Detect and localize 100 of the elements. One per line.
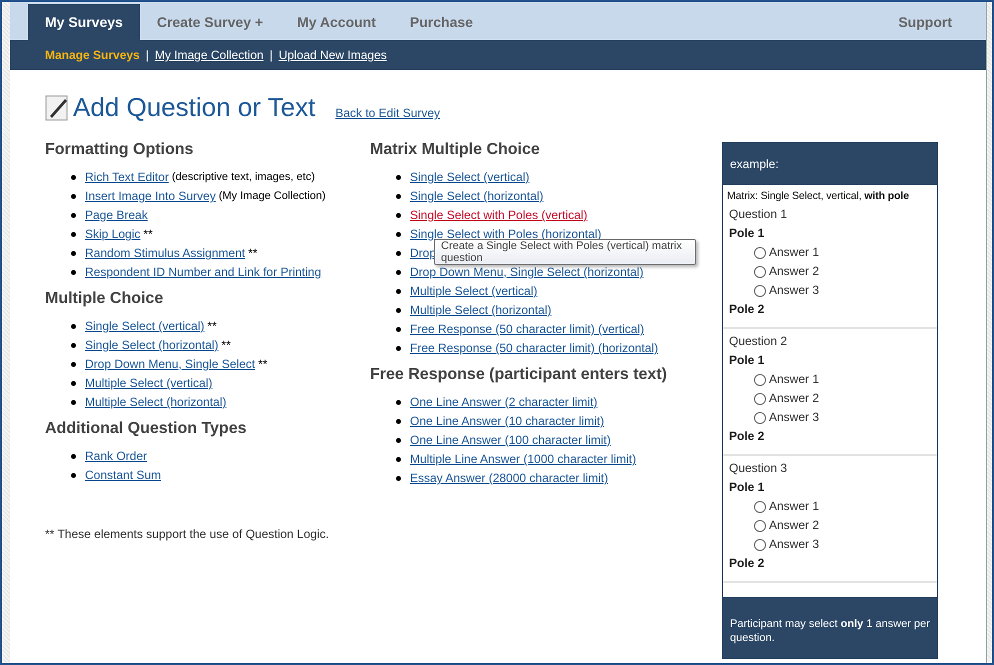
option-note: (My Image Collection) (218, 189, 326, 204)
radio-button[interactable] (754, 246, 766, 258)
option-link[interactable]: Random Stimulus Assignment (85, 244, 246, 263)
subnav-link[interactable]: My Image Collection (154, 48, 264, 62)
bullet-icon (396, 194, 401, 199)
option-link[interactable]: Skip Logic (85, 225, 140, 244)
nav-tab[interactable]: Purchase (392, 4, 490, 40)
option-link[interactable]: Rank Order (85, 447, 148, 466)
bullet-icon (71, 213, 76, 218)
pole-label: Pole 2 (729, 301, 766, 318)
bullet-icon (71, 270, 76, 275)
bullet-icon (71, 362, 76, 367)
bullet-icon (396, 175, 401, 180)
separator: | (146, 48, 149, 62)
example-footer: Participant may select only 1 answer per question. (723, 597, 937, 658)
example-description: Matrix: Single Select, vertical, with pole (726, 189, 910, 202)
bullet-icon (396, 289, 401, 294)
bullet-icon (396, 232, 401, 237)
option-link[interactable]: Insert Image Into Survey (85, 187, 216, 206)
option-note: ** (143, 226, 153, 243)
subnav-link[interactable]: Upload New Images (278, 48, 387, 62)
question-title: Question 1 (729, 206, 788, 223)
bullet-icon (396, 400, 401, 405)
answer-label: Answer 3 (769, 282, 820, 299)
option-link[interactable]: One Line Answer (100 character limit) (410, 431, 611, 450)
pole-label: Pole 1 (729, 479, 766, 496)
answer-label: Answer 2 (769, 517, 820, 534)
section-heading: Additional Question Types (45, 420, 248, 438)
option-link[interactable]: Page Break (85, 206, 148, 225)
option-link[interactable]: Respondent ID Number and Link for Printing (85, 263, 322, 282)
option-link[interactable]: Multiple Select (horizontal) (85, 393, 226, 412)
bullet-icon (396, 270, 401, 275)
pole-label: Pole 1 (729, 352, 766, 369)
nav-tab[interactable]: My Account (280, 4, 393, 40)
option-note: ** (207, 318, 217, 335)
radio-button[interactable] (754, 392, 766, 404)
answer-label: Answer 3 (769, 536, 820, 553)
option-link[interactable]: Multiple Select (vertical) (85, 374, 212, 393)
option-note: ** (258, 356, 268, 373)
section-heading: Multiple Choice (45, 290, 164, 308)
bullet-icon (71, 454, 76, 459)
back-link[interactable]: Back to Edit Survey (335, 106, 440, 120)
bullet-icon (396, 308, 401, 313)
answer-label: Answer 2 (769, 390, 820, 407)
option-link[interactable]: Constant Sum (85, 466, 162, 485)
option-link[interactable]: Single Select (horizontal) (85, 336, 218, 355)
option-link[interactable]: One Line Answer (2 character limit) (410, 393, 598, 412)
bullet-icon (396, 457, 401, 462)
option-link[interactable]: Drop Down Menu, Single Select (horizontal) (410, 263, 644, 282)
option-link[interactable]: Single Select (vertical) (410, 168, 530, 187)
option-link[interactable]: One Line Answer (10 character limit) (410, 412, 604, 431)
bullet-icon (71, 381, 76, 386)
bullet-icon (396, 251, 401, 256)
bullet-icon (396, 327, 401, 332)
option-note: ** (248, 245, 258, 262)
bullet-icon (71, 324, 76, 329)
radio-button[interactable] (754, 538, 766, 550)
radio-button[interactable] (754, 284, 766, 296)
answer-label: Answer 2 (769, 263, 820, 280)
radio-button[interactable] (754, 412, 766, 424)
bullet-icon (396, 438, 401, 443)
nav-tab[interactable]: Create Survey + (140, 4, 280, 40)
subnav-link[interactable]: Manage Surveys (45, 48, 140, 62)
nav-tab[interactable]: My Surveys (28, 4, 140, 40)
answer-label: Answer 1 (769, 498, 820, 515)
bullet-icon (396, 419, 401, 424)
option-note: (descriptive text, images, etc) (172, 170, 315, 185)
option-link[interactable]: Single Select (vertical) (85, 317, 204, 336)
bullet-icon (71, 232, 76, 237)
option-link[interactable]: Multiple Select (vertical) (410, 282, 538, 301)
pole-label: Pole 2 (729, 428, 766, 445)
option-link[interactable]: Multiple Line Answer (1000 character limit) (410, 450, 636, 469)
example-header: example: (723, 143, 937, 185)
pole-label: Pole 2 (729, 555, 766, 572)
bullet-icon (396, 346, 401, 351)
option-link[interactable]: Essay Answer (28000 character limit) (410, 469, 608, 488)
bullet-icon (396, 476, 401, 481)
bullet-icon (71, 473, 76, 478)
radio-button[interactable] (754, 520, 766, 532)
option-link[interactable]: Drop Down Menu, Single Select (85, 355, 256, 374)
option-link[interactable]: Single Select (horizontal) (410, 187, 544, 206)
option-note: ** (221, 337, 231, 354)
option-link[interactable]: Single Select with Poles (vertical) (410, 206, 588, 225)
bullet-icon (396, 213, 401, 218)
option-link[interactable]: Multiple Select (horizontal) (410, 301, 552, 320)
radio-button[interactable] (754, 500, 766, 512)
footnote: ** These elements support the use of Question Logic. (45, 527, 330, 541)
option-link[interactable]: Free Response (50 character limit) (horizontal) (410, 339, 658, 358)
radio-button[interactable] (754, 374, 766, 386)
section-heading: Formatting Options (45, 141, 194, 159)
radio-button[interactable] (754, 266, 766, 278)
answer-label: Answer 1 (769, 244, 820, 261)
bullet-icon (71, 175, 76, 180)
option-link[interactable]: Rich Text Editor (85, 168, 169, 187)
answer-label: Answer 1 (769, 371, 820, 388)
option-link[interactable]: Free Response (50 character limit) (vertical) (410, 320, 644, 339)
answer-label: Answer 3 (769, 409, 820, 426)
support-link[interactable]: Support (898, 4, 952, 40)
section-heading: Matrix Multiple Choice (370, 141, 541, 159)
question-title: Question 3 (729, 460, 788, 477)
